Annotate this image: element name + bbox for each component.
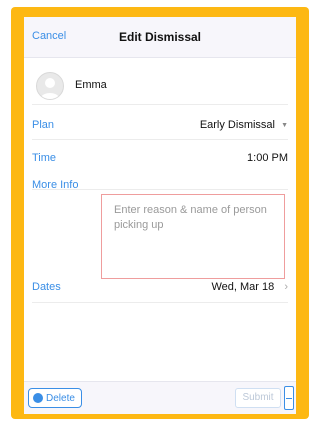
cancel-button[interactable]: Cancel (32, 30, 66, 42)
plan-row[interactable]: Plan Early Dismissal ▼ (32, 109, 288, 140)
time-value[interactable]: 1:00 PM (247, 152, 288, 164)
caret-down-icon: ▼ (281, 121, 288, 129)
dates-value: Wed, Mar 18 (211, 281, 275, 293)
delete-label: Delete (46, 392, 75, 404)
plan-value: Early Dismissal (199, 119, 275, 131)
person-avatar-icon (36, 72, 64, 100)
dates-row[interactable]: Dates Wed, Mar 18 › (32, 270, 288, 303)
app-screen: Cancel Edit Dismissal Emma Plan Early Di… (24, 17, 296, 414)
time-label: Time (32, 152, 57, 164)
plan-select[interactable]: Early Dismissal ▼ (200, 119, 288, 131)
circle-icon (33, 393, 43, 403)
student-name: Emma (75, 79, 107, 91)
bottom-toolbar: Delete Submit (24, 381, 296, 414)
more-info-label: More Info (32, 179, 79, 191)
student-row: Emma (32, 66, 288, 105)
delete-button[interactable]: Delete (28, 388, 82, 408)
plan-label: Plan (32, 119, 55, 131)
more-info-textarea[interactable] (101, 194, 285, 279)
chevron-right-icon: › (284, 281, 288, 293)
dates-label: Dates (32, 281, 61, 293)
more-icon[interactable] (284, 386, 294, 410)
navigation-bar: Cancel Edit Dismissal (24, 17, 296, 58)
submit-button[interactable]: Submit (235, 388, 281, 408)
dates-select[interactable]: Wed, Mar 18 › (211, 281, 288, 293)
